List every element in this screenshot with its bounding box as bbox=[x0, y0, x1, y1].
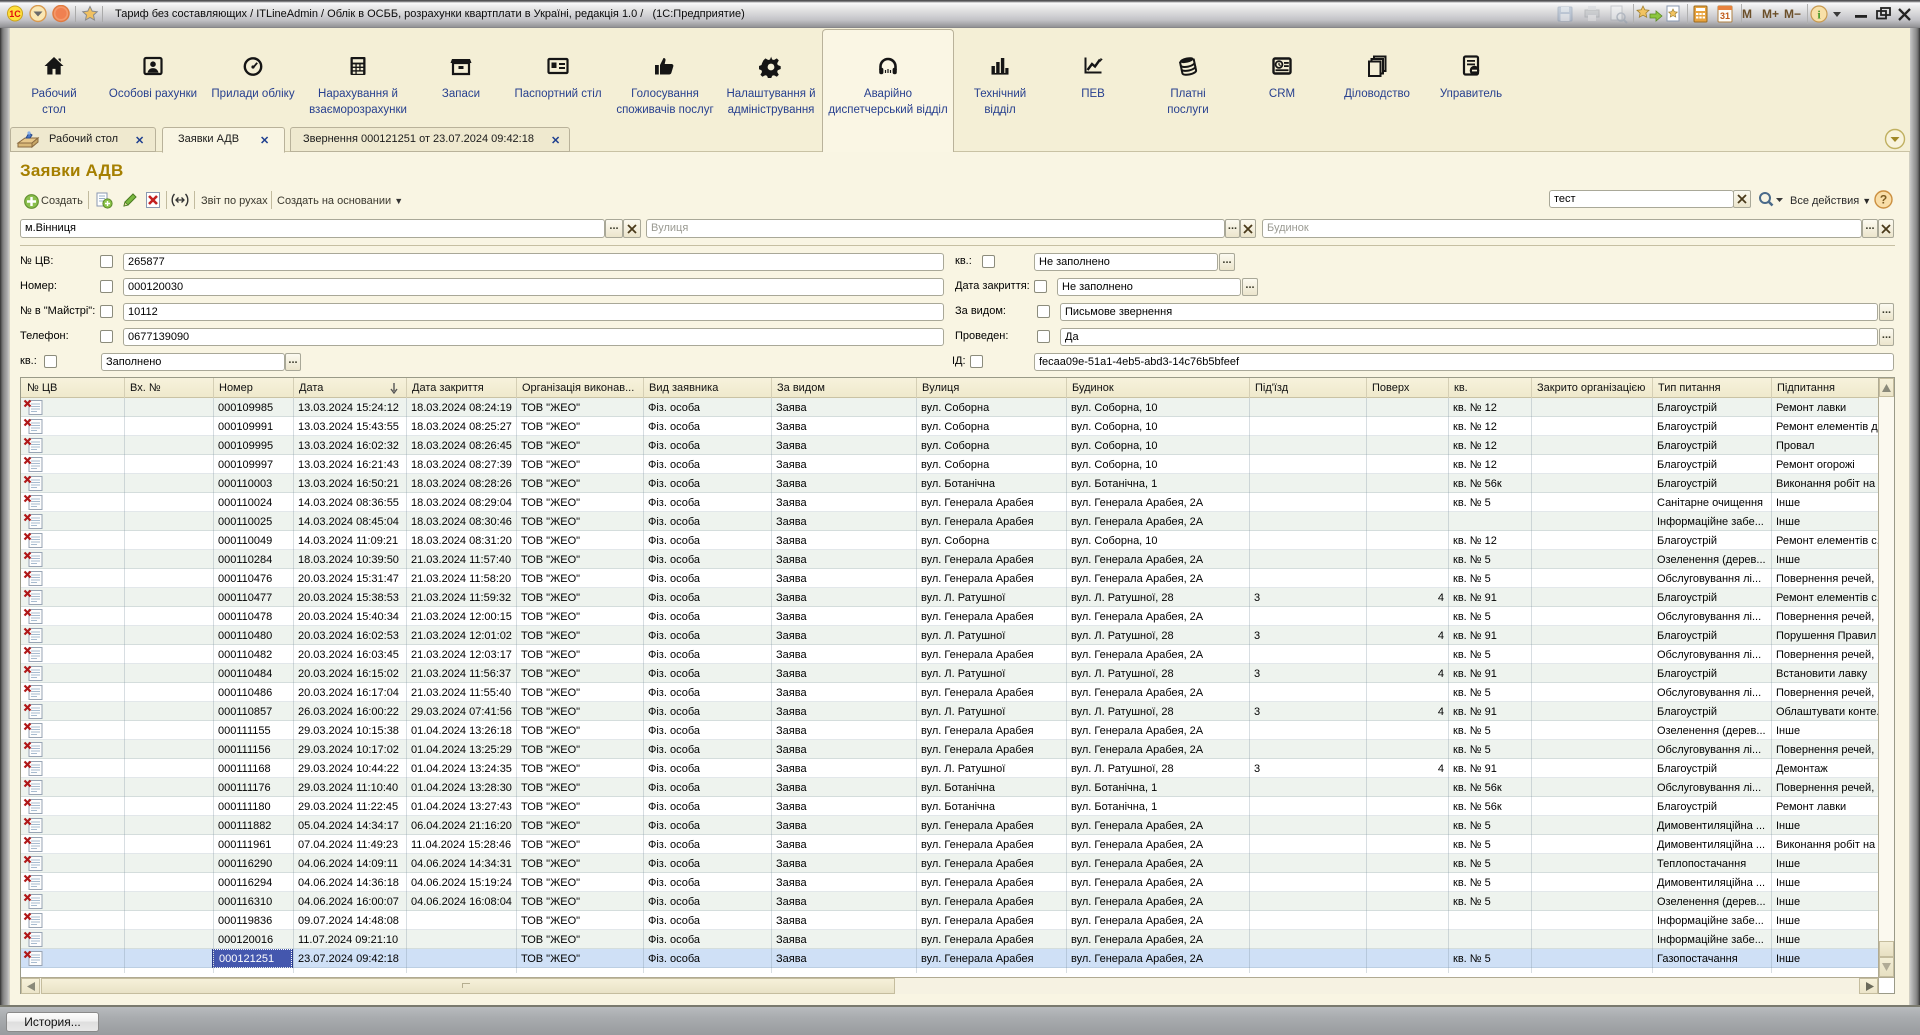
svg-text:М−: М− bbox=[1784, 7, 1801, 21]
svg-text:31: 31 bbox=[1720, 11, 1730, 21]
svg-text:М: М bbox=[1742, 7, 1752, 21]
svg-text:М+: М+ bbox=[1762, 7, 1779, 21]
svg-text:1С: 1С bbox=[9, 9, 21, 19]
svg-text:?: ? bbox=[1880, 193, 1887, 207]
